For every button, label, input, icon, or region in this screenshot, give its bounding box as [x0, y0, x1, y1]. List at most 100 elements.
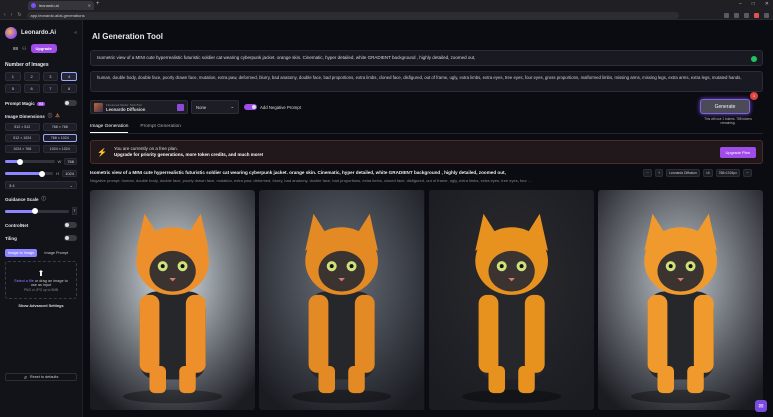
controlnet-toggle[interactable]	[64, 222, 77, 228]
dropzone-text-rest: or drag an image to use as input	[30, 278, 68, 287]
minimize-icon[interactable]: –	[739, 1, 742, 7]
collapse-sidebar-icon[interactable]: «	[74, 30, 77, 36]
upgrade-plan-button[interactable]: Upgrade Plan	[719, 146, 756, 158]
generation-tabs: Image Generation Prompt Generation	[90, 124, 181, 133]
tab-image-prompt[interactable]: Image Prompt	[41, 249, 71, 257]
number-of-images-title: Number of Images	[5, 62, 49, 68]
back-icon[interactable]: ‹	[4, 12, 6, 18]
num-images-option[interactable]: 3	[42, 72, 59, 81]
generated-image[interactable]	[259, 190, 425, 410]
num-images-option[interactable]: 5	[5, 84, 21, 93]
sidebar: Leonardo.Ai « 88 ⚇ Upgrade Number of Ima…	[0, 20, 83, 417]
model-name: Leonardo Diffusion	[106, 106, 146, 112]
url-input[interactable]: app.leonardo.ai/ai-generations	[26, 11, 679, 19]
tiling-label: Tiling	[5, 235, 17, 241]
reset-label: Reset to defaults	[29, 375, 59, 379]
prompt-magic-toggle[interactable]	[64, 100, 77, 106]
num-images-option[interactable]: 8	[61, 84, 77, 93]
cat-image-icon	[597, 190, 763, 410]
maximize-icon[interactable]: □	[752, 1, 755, 7]
chat-support-icon[interactable]: ✉	[755, 400, 767, 412]
image-dropzone[interactable]: ⬆ Select a file or drag an image to use …	[5, 261, 77, 299]
controlnet-row: ControlNet	[5, 222, 77, 228]
chevron-down-icon: ⌄	[230, 104, 234, 109]
height-value[interactable]: 1024	[62, 170, 77, 177]
extension-icon[interactable]	[754, 12, 759, 18]
guidance-slider-row: 7	[5, 207, 77, 215]
num-images-option[interactable]: 6	[23, 84, 40, 93]
result-model: Leonardo Diffusion	[666, 169, 700, 177]
result-size: 768×1024px	[715, 169, 740, 177]
more-options-icon[interactable]: ···	[643, 169, 653, 177]
generated-image[interactable]	[428, 190, 594, 410]
window-controls: – □ ✕	[739, 1, 769, 7]
negative-prompt-input[interactable]: human, double body, double face, poorly …	[90, 71, 763, 92]
logo[interactable]: Leonardo.Ai «	[5, 26, 77, 39]
generated-image[interactable]	[597, 190, 763, 410]
num-images-option[interactable]: 2	[23, 72, 40, 81]
dimension-option[interactable]: 1024 × 1024	[42, 145, 77, 153]
prompt-magic-badge: V2	[36, 101, 46, 106]
generate-note: This will use 1 tokens. 788 tokens remai…	[704, 117, 752, 125]
tab-title: leonardo.ai	[39, 3, 59, 8]
prompt-magic-row: Prompt Magic V2	[5, 100, 77, 106]
cat-image-icon	[259, 190, 425, 410]
close-tab-icon[interactable]: ✕	[88, 3, 91, 8]
extension-icon[interactable]	[744, 12, 749, 18]
info-icon: ⓘ	[47, 113, 53, 118]
cat-image-icon	[90, 190, 256, 410]
menu-icon[interactable]	[764, 12, 769, 18]
extension-icon[interactable]	[734, 12, 739, 18]
extension-icon[interactable]	[724, 12, 729, 18]
dimension-option[interactable]: 512 × 512	[5, 123, 40, 131]
reset-defaults-button[interactable]: ↺ Reset to defaults	[5, 373, 77, 381]
width-slider[interactable]	[5, 158, 55, 165]
cat-image-icon	[428, 190, 594, 410]
height-slider[interactable]	[5, 170, 54, 177]
tiling-row: Tiling	[5, 235, 77, 241]
generate-button[interactable]: Generate	[700, 99, 750, 114]
tab-image-generation[interactable]: Image Generation	[90, 124, 129, 133]
more-icon[interactable]: ⋯	[742, 169, 753, 177]
tab-prompt-generation[interactable]: Prompt Generation	[140, 124, 181, 133]
width-value[interactable]: 768	[64, 158, 77, 165]
guidance-slider[interactable]	[5, 208, 69, 214]
dimension-option[interactable]: 768 × 768	[42, 123, 77, 131]
model-switch-icon[interactable]	[177, 103, 184, 111]
tiling-toggle[interactable]	[64, 235, 77, 241]
forward-icon[interactable]: ›	[11, 12, 13, 18]
dropzone-text: Select a file or drag an image to use as…	[11, 279, 71, 287]
guidance-value[interactable]: 7	[72, 207, 77, 215]
height-label: H	[56, 171, 60, 176]
num-images-option[interactable]: 1	[5, 72, 21, 81]
generate-badge: 1	[750, 92, 758, 100]
browser-tab[interactable]: leonardo.ai ✕	[28, 1, 94, 10]
show-advanced-settings[interactable]: Show Advanced Settings	[5, 304, 77, 308]
banner-text: You are currently on a free plan. Upgrad…	[114, 146, 263, 158]
aspect-ratio-value: 3:4	[9, 182, 15, 188]
prompt-input[interactable]: Isometric view of a MINI cute hyperreali…	[90, 50, 763, 66]
num-images-option[interactable]: 7	[42, 84, 59, 93]
aspect-ratio-select[interactable]: 3:4 ⌄	[5, 181, 77, 189]
new-tab-button[interactable]: +	[96, 1, 100, 7]
add-icon[interactable]: +	[655, 169, 664, 177]
dimension-option[interactable]: 1024 × 768	[5, 145, 40, 153]
close-window-icon[interactable]: ✕	[765, 1, 769, 7]
reload-icon[interactable]: ↻	[17, 12, 21, 18]
chevron-down-icon: ⌄	[69, 182, 73, 188]
dimension-option[interactable]: 512 × 1024	[5, 134, 40, 142]
controlnet-label: ControlNet	[5, 222, 29, 228]
generated-image[interactable]	[90, 190, 256, 410]
dimension-option[interactable]: 768 × 1024	[42, 134, 77, 142]
banner-line-1: You are currently on a free plan.	[113, 146, 178, 151]
dimensions-title: Image Dimensions	[5, 113, 45, 119]
upgrade-button[interactable]: Upgrade	[30, 44, 57, 53]
num-images-option[interactable]: 4	[61, 72, 77, 81]
negative-prompt-toggle-row: Add Negative Prompt	[244, 104, 301, 110]
info-icon: ⓘ	[41, 196, 47, 201]
style-select[interactable]: None ⌄	[191, 100, 239, 114]
lightning-icon: ⚡	[97, 147, 107, 157]
model-select[interactable]: Finetuned Model 512×512 Leonardo Diffusi…	[90, 100, 188, 114]
tab-image-to-image[interactable]: Image to Image	[5, 249, 38, 257]
negative-prompt-toggle[interactable]	[244, 104, 257, 110]
